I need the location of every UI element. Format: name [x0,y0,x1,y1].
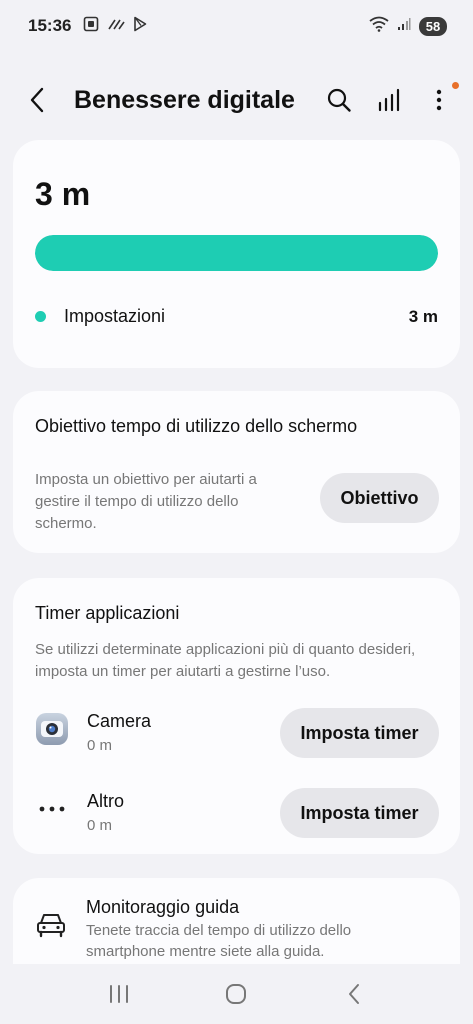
stats-button[interactable] [375,86,403,114]
signal-off-icon [107,16,126,36]
status-right: 58 [369,16,447,37]
goal-title: Obiettivo tempo di utilizzo dello scherm… [35,416,358,436]
usage-summary-card[interactable]: 3 m Impostazioni 3 m [13,140,460,368]
app-timers-title: Timer applicazioni [35,603,180,623]
list-item: Altro 0 m Imposta timer [35,788,439,840]
app-name: Camera [87,711,152,731]
search-icon [327,88,351,112]
total-screen-time: 3 m [35,176,91,212]
bar-chart-icon [378,88,400,112]
goal-description: Imposta un obiettivo per aiutarti a gest… [35,471,257,532]
recent-apps-icon [109,985,128,1003]
chevron-left-icon [30,87,44,113]
more-vertical-icon [436,89,442,111]
cell-signal-icon [397,16,411,36]
system-back-button[interactable] [334,974,374,1014]
usage-bar [35,235,438,271]
app-bar: Benessere digitale [0,72,473,128]
app-bar-actions [325,82,459,114]
app-name: Altro [87,791,125,811]
app-usage-time: 0 m [87,737,113,754]
driving-monitor-card[interactable]: Monitoraggio guida Tenete traccia del te… [13,878,460,964]
legend-app-time: 3 m [408,306,438,326]
status-bar: 15:36 58 [0,0,473,52]
more-horizontal-icon [35,792,69,826]
legend-dot [35,311,46,322]
driving-monitor-title: Monitoraggio guida [86,897,240,917]
notification-dot [452,82,459,89]
home-icon [226,984,247,1004]
app-timers-description: Se utilizzi determinate applicazioni più… [35,641,416,680]
home-button[interactable] [216,974,256,1014]
legend-app-name: Impostazioni [64,306,166,326]
status-time: 15:36 [28,16,72,35]
back-button[interactable] [28,80,60,120]
wifi-icon [369,16,389,37]
status-left: 15:36 [28,16,147,37]
app-timers-card: Timer applicazioni Se utilizzi determina… [13,578,460,854]
list-item: Camera 0 m Imposta timer [35,708,439,760]
set-timer-button[interactable]: Imposta timer [280,708,439,758]
back-icon [349,984,360,1004]
camera-icon [35,712,69,746]
search-button[interactable] [325,86,353,114]
screen-time-goal-card: Obiettivo tempo di utilizzo dello scherm… [13,391,460,553]
set-timer-button[interactable]: Imposta timer [280,788,439,838]
car-icon [35,910,69,944]
set-goal-button[interactable]: Obiettivo [320,473,439,523]
more-options-button[interactable] [425,82,459,114]
driving-monitor-description: Tenete traccia del tempo di utilizzo del… [86,922,352,960]
usage-legend-item[interactable]: Impostazioni 3 m [35,306,438,327]
page-title: Benessere digitale [74,85,295,114]
app-usage-time: 0 m [87,817,113,834]
system-nav-bar [0,964,473,1024]
usage-bar-fill [35,235,438,271]
battery-indicator: 58 [419,16,447,36]
recent-apps-button[interactable] [99,974,139,1014]
play-store-icon [133,16,147,37]
screenshot-icon [83,16,99,37]
